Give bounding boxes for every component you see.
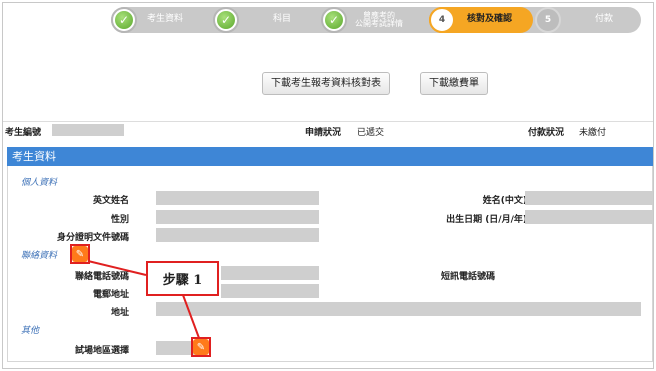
step-callout: 步驟 1 xyxy=(146,261,219,296)
application-review-page: ✓ 考生資料 ✓ 科目 ✓ 曾應考的 公開考試詳情 4 核對及確認 5 付款 下… xyxy=(2,2,654,369)
callout-lines xyxy=(87,260,200,339)
